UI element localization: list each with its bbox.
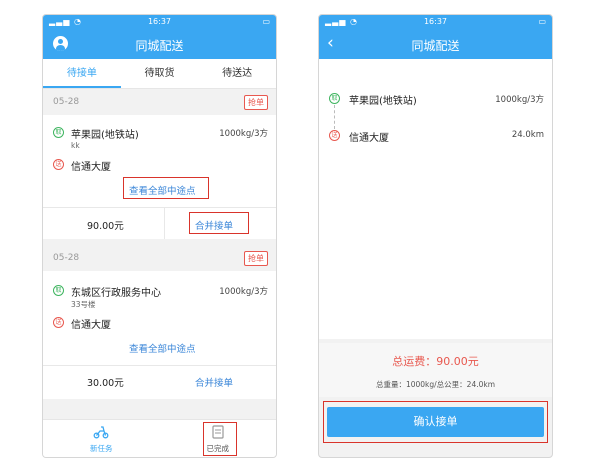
route-detail: 取 苹果园(地铁站) 1000kg/3方 送 信通大厦 24.0km bbox=[319, 59, 552, 339]
order-weight: 1000kg/3方 bbox=[495, 95, 544, 105]
status-bar: ▂▃▅ ◔ 16:37 ▭ bbox=[319, 15, 552, 29]
order-weight: 1000kg/3方 bbox=[219, 287, 268, 297]
highlight-box bbox=[123, 177, 209, 199]
pickup-subtext: 33号楼 bbox=[71, 300, 96, 309]
order-card: 取 东城区行政服务中心 1000kg/3方 33号楼 送 信通大厦 查看全部中途… bbox=[43, 271, 276, 399]
delivery-icon: 送 bbox=[53, 159, 64, 170]
delivery-icon: 送 bbox=[53, 317, 64, 328]
bottom-nav: 新任务 已完成 bbox=[43, 419, 276, 457]
app-header: ‹ 同城配送 bbox=[319, 29, 552, 59]
order-date-row: 05-28 抢单 bbox=[43, 245, 276, 271]
app-header: 同城配送 bbox=[43, 29, 276, 59]
right-phone-screen: ▂▃▅ ◔ 16:37 ▭ ‹ 同城配送 取 苹果园(地铁站) 1000kg/3… bbox=[318, 14, 553, 458]
view-waypoints-link[interactable]: 查看全部中途点 bbox=[129, 341, 196, 355]
pickup-subtext: kk bbox=[71, 141, 80, 150]
pickup-icon: 取 bbox=[329, 93, 340, 104]
delivery-name: 信通大厦 bbox=[71, 162, 111, 173]
route-connector bbox=[334, 105, 335, 129]
order-date: 05-28 bbox=[53, 97, 80, 107]
battery-icon: ▭ bbox=[538, 17, 546, 26]
pickup-name: 苹果园(地铁站) bbox=[349, 96, 417, 107]
delivery-name: 信通大厦 bbox=[349, 133, 389, 144]
highlight-box bbox=[323, 401, 548, 443]
tab-bar: 待接单 待取货 待送达 bbox=[43, 59, 276, 89]
order-price: 90.00元 bbox=[87, 221, 124, 232]
delivery-icon: 送 bbox=[329, 130, 340, 141]
left-phone-screen: ▂▃▅ ◔ 16:37 ▭ 同城配送 待接单 待取货 待送达 05-28 抢单 … bbox=[42, 14, 277, 458]
card-divider-vertical bbox=[164, 207, 165, 239]
total-fee: 总运费：90.00元 bbox=[392, 355, 479, 368]
order-weight: 1000kg/3方 bbox=[219, 129, 268, 139]
highlight-box bbox=[202, 422, 237, 456]
status-bar: ▂▃▅ ◔ 16:37 ▭ bbox=[43, 15, 276, 29]
tab-pending-delivery[interactable]: 待送达 bbox=[198, 59, 276, 88]
status-time: 16:37 bbox=[423, 17, 448, 26]
pickup-icon: 取 bbox=[53, 285, 64, 296]
highlight-box bbox=[189, 212, 249, 234]
card-divider bbox=[43, 207, 276, 208]
card-divider bbox=[43, 365, 276, 366]
total-weight-distance: 总重量：1000kg/总公里：24.0km bbox=[375, 380, 496, 389]
order-price: 30.00元 bbox=[87, 378, 124, 389]
pickup-name: 苹果园(地铁站) bbox=[71, 130, 139, 141]
tab-pending-pickup[interactable]: 待取货 bbox=[121, 59, 199, 88]
delivery-name: 信通大厦 bbox=[71, 320, 111, 331]
order-date: 05-28 bbox=[53, 253, 80, 263]
scooter-icon bbox=[93, 426, 109, 439]
fee-summary: 总运费：90.00元 总重量：1000kg/总公里：24.0km bbox=[319, 343, 552, 397]
nav-new-tasks[interactable]: 新任务 bbox=[43, 420, 160, 457]
delivery-distance: 24.0km bbox=[511, 130, 544, 140]
nav-completed[interactable]: 已完成 bbox=[160, 420, 277, 457]
order-date-row: 05-28 抢单 bbox=[43, 89, 276, 115]
merge-accept-button[interactable]: 合并接单 bbox=[195, 375, 233, 389]
page-title: 同城配送 bbox=[135, 39, 184, 53]
pickup-name: 东城区行政服务中心 bbox=[71, 288, 161, 299]
grab-order-badge[interactable]: 抢单 bbox=[244, 95, 268, 110]
order-card: 取 苹果园(地铁站) 1000kg/3方 kk 送 信通大厦 查看全部中途点 9… bbox=[43, 115, 276, 239]
battery-icon: ▭ bbox=[262, 17, 270, 26]
grab-order-badge[interactable]: 抢单 bbox=[244, 251, 268, 266]
nav-label: 新任务 bbox=[90, 444, 113, 453]
tab-pending-accept[interactable]: 待接单 bbox=[43, 59, 121, 88]
pickup-icon: 取 bbox=[53, 127, 64, 138]
page-title: 同城配送 bbox=[411, 39, 460, 53]
status-time: 16:37 bbox=[147, 17, 172, 26]
